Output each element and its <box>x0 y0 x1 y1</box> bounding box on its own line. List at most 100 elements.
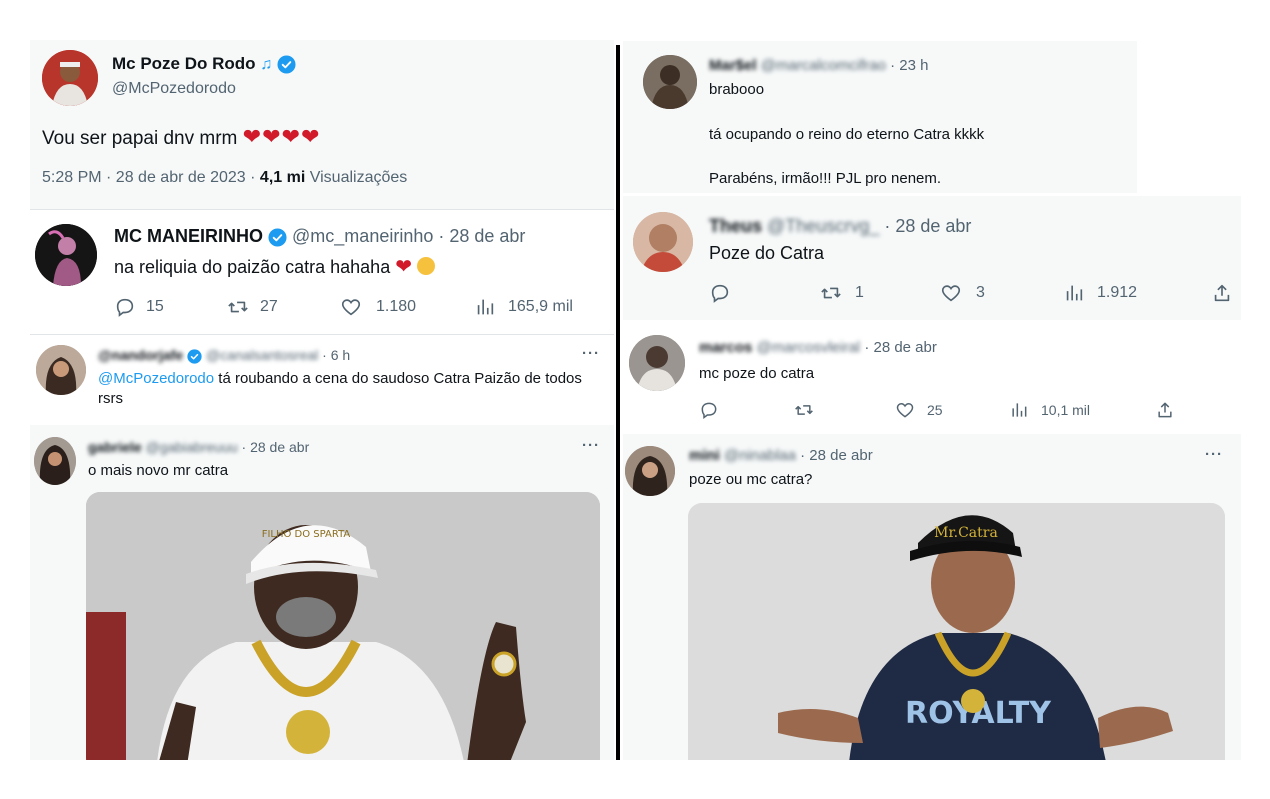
reply-date[interactable]: · 28 de abr <box>864 339 937 356</box>
reply-text-line3: Parabéns, irmão!!! PJL pro nenem. <box>709 170 942 187</box>
avatar[interactable] <box>629 335 685 391</box>
author-name[interactable]: MC MANEIRINHO <box>114 226 263 246</box>
like-count: 25 <box>927 402 943 418</box>
more-options-icon[interactable]: ··· <box>1205 446 1223 463</box>
author-handle[interactable]: @marcosvleiral <box>757 339 861 356</box>
reply-date[interactable]: · 28 de abr <box>884 216 971 236</box>
author-handle[interactable]: @ninablaa <box>724 447 796 464</box>
like-action[interactable]: 1.180 <box>340 296 416 318</box>
avatar-image <box>625 446 675 496</box>
share-icon <box>1158 402 1172 418</box>
heart-emoji-icon: ❤ <box>395 256 412 278</box>
verified-badge-icon <box>268 228 287 247</box>
retweet-count: 27 <box>260 298 278 315</box>
like-count: 3 <box>976 284 985 301</box>
author-handle[interactable]: @marcalcomcifrao <box>761 57 886 74</box>
cap-text: Mr.Catra <box>934 525 998 541</box>
share-icon <box>1214 284 1230 302</box>
reply-action[interactable]: 15 <box>114 296 164 318</box>
reply-text-line2: tá ocupando o reino do eterno Catra kkkk <box>709 126 985 143</box>
heart-icon <box>941 285 961 302</box>
avatar[interactable] <box>643 55 697 109</box>
reply-maneirinho: MC MANEIRINHO @mc_maneirinho · 28 de abr… <box>30 210 614 334</box>
retweet-action[interactable]: 27 <box>226 296 278 318</box>
tweet-meta: 5:28 PM · 28 de abr de 2023 · 4,1 mi Vis… <box>42 169 407 187</box>
author-handle[interactable]: @gabiabreuuu <box>146 439 238 455</box>
avatar[interactable] <box>36 345 86 395</box>
avatar-image <box>629 335 685 391</box>
reply-theus: Theus @Theuscrvg_ · 28 de abr Poze do Ca… <box>623 196 1241 320</box>
main-tweet: Mc Poze Do Rodo ♫ @McPozedorodo Vou ser … <box>30 40 614 210</box>
views-count: 1.912 <box>1097 284 1138 301</box>
author-name[interactable]: Mc Poze Do Rodo <box>112 54 256 73</box>
views-count: 10,1 mil <box>1041 402 1091 418</box>
sleeping-face-emoji-icon <box>417 257 436 275</box>
author-handle[interactable]: @McPozedorodo <box>112 80 236 98</box>
retweet-action[interactable]: 1 <box>819 282 864 304</box>
reply-action[interactable] <box>709 282 731 304</box>
avatar[interactable] <box>633 212 693 272</box>
reply-count: 15 <box>146 298 164 315</box>
avatar-image <box>643 55 697 109</box>
retweet-icon <box>795 405 813 415</box>
more-options-icon[interactable]: ··· <box>582 345 600 362</box>
reply-action[interactable] <box>699 400 719 420</box>
reply-text: poze ou mc catra? <box>689 471 813 488</box>
attached-photo-poze[interactable]: ROYALTY Mr.Catra <box>688 503 1225 760</box>
reply-date[interactable]: · 28 de abr <box>242 439 310 455</box>
author-name[interactable]: gabriele <box>88 439 142 455</box>
avatar[interactable] <box>625 446 675 496</box>
collage-divider <box>616 45 620 760</box>
avatar-image <box>34 437 76 485</box>
views-action[interactable]: 165,9 mil <box>474 296 573 318</box>
reply-date[interactable]: · 28 de abr <box>800 447 873 464</box>
author-name[interactable]: @nandorjafe <box>98 347 183 363</box>
author-handle[interactable]: @Theuscrvg_ <box>767 216 879 236</box>
heart-icon <box>896 402 914 418</box>
retweet-icon <box>821 287 841 299</box>
cap-text: FILHO DO SPARTA <box>262 529 351 540</box>
reply-date[interactable]: · 6 h <box>322 347 350 363</box>
reply-mini: mini @ninablaa · 28 de abr ··· poze ou m… <box>623 434 1241 760</box>
verified-badge-icon <box>277 55 296 74</box>
avatar[interactable] <box>34 437 76 485</box>
author-name[interactable]: marcos <box>699 339 752 356</box>
reply-text: Poze do Catra <box>709 243 825 263</box>
author-handle[interactable]: @canalsantosreal <box>206 347 318 363</box>
reply-text: na reliquia do paizão catra hahaha <box>114 257 391 277</box>
author-name[interactable]: Theus <box>709 216 762 236</box>
author-handle[interactable]: @mc_maneirinho <box>292 226 433 246</box>
views-label: Visualizações <box>309 169 408 186</box>
heart-icon <box>341 299 361 316</box>
attached-photo-catra[interactable]: FILHO DO SPARTA <box>86 492 600 760</box>
avatar[interactable] <box>42 50 98 106</box>
author-name[interactable]: mini <box>689 447 720 464</box>
avatar-image <box>42 50 98 106</box>
photo-image: ROYALTY Mr.Catra <box>688 503 1225 760</box>
retweet-action[interactable] <box>793 400 815 420</box>
views-chart-icon <box>1066 285 1083 301</box>
share-action[interactable] <box>1155 400 1175 420</box>
mention-link[interactable]: @McPozedorodo <box>98 370 214 387</box>
avatar-image <box>35 224 97 286</box>
heart-emoji-icon: ❤❤❤❤ <box>242 124 321 149</box>
views-count: 4,1 mi <box>259 169 306 186</box>
share-action[interactable] <box>1211 282 1233 304</box>
tweet-timestamp[interactable]: 5:28 PM · 28 de abr de 2023 · <box>42 169 255 186</box>
like-action[interactable]: 3 <box>940 282 985 304</box>
author-name[interactable]: Mar$el <box>709 57 757 74</box>
retweet-icon <box>228 301 248 313</box>
reply-date[interactable]: · 23 h <box>890 57 928 74</box>
retweet-count: 1 <box>855 284 864 301</box>
reply-icon <box>711 284 729 303</box>
avatar[interactable] <box>35 224 97 286</box>
like-action[interactable]: 25 <box>895 400 943 420</box>
views-chart-icon <box>1012 403 1027 417</box>
more-options-icon[interactable]: ··· <box>582 437 600 454</box>
reply-text: mc poze do catra <box>699 365 815 382</box>
avatar-image <box>36 345 86 395</box>
reply-gabriele: gabriele @gabiabreuuu · 28 de abr ··· o … <box>30 425 614 760</box>
views-action[interactable]: 1.912 <box>1063 282 1137 304</box>
views-action[interactable]: 10,1 mil <box>1009 400 1090 420</box>
reply-date[interactable]: · 28 de abr <box>438 226 525 246</box>
